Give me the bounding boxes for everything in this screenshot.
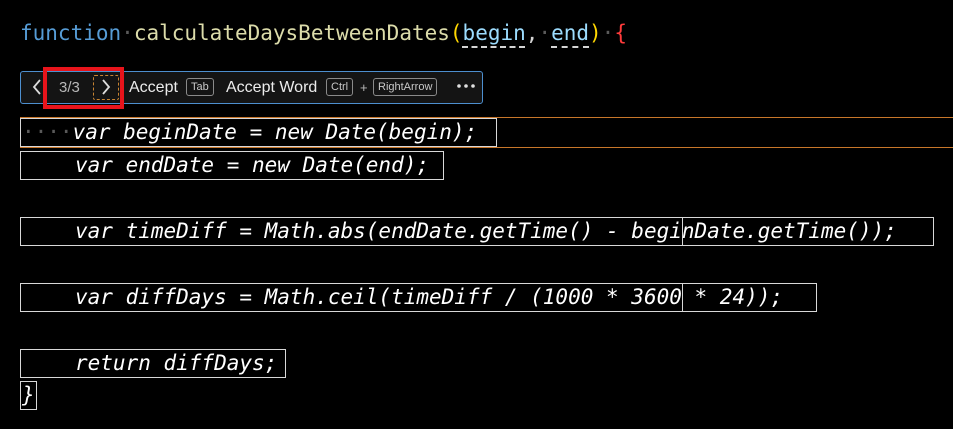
accept-word-key-arrow: RightArrow: [373, 78, 438, 96]
suggestion-text: var beginDate = new Date(begin);: [72, 120, 478, 144]
close-paren: ): [589, 21, 602, 45]
suggestion-text: return diffDays;: [75, 351, 278, 375]
suggestion-line-3: var timeDiff = Math.abs(endDate.getTime(…: [75, 217, 897, 245]
function-signature: function·calculateDaysBetweenDates(begin…: [20, 19, 627, 47]
param-begin: begin: [462, 21, 526, 45]
suggestion-text: var endDate = new Date(end);: [75, 153, 430, 177]
suggestion-line-6: }: [22, 381, 35, 409]
suggestion-text: var timeDiff = Math.abs(endDate.getTime(…: [75, 219, 897, 243]
suggestion-line-5: return diffDays;: [75, 349, 277, 377]
accept-button[interactable]: Accept: [129, 79, 178, 97]
suggestion-line-1: ····var beginDate = new Date(begin);: [22, 118, 477, 146]
param-end: end: [551, 21, 590, 45]
whitespace-marker: ·: [538, 21, 552, 45]
suggestion-text: var diffDays = Math.ceil(timeDiff / (100…: [75, 285, 784, 309]
whitespace-marker: ·: [121, 21, 134, 45]
chevron-left-icon: [32, 79, 41, 95]
indent-marker: ····: [22, 120, 73, 144]
more-actions-button[interactable]: [455, 76, 477, 101]
open-brace: {: [614, 21, 627, 45]
accept-word-key-ctrl: Ctrl: [326, 78, 354, 96]
suggestion-text: }: [22, 383, 35, 407]
highlight-annotation: [43, 67, 124, 109]
accept-word-button[interactable]: Accept Word: [226, 79, 317, 97]
function-name: calculateDaysBetweenDates: [133, 21, 450, 45]
suggestion-line-2: var endDate = new Date(end);: [75, 151, 429, 179]
ellipsis-icon: [457, 84, 475, 88]
open-paren: (: [449, 21, 463, 45]
accept-keybinding: Tab: [186, 78, 214, 96]
suggestion-line-4: var diffDays = Math.ceil(timeDiff / (100…: [75, 283, 783, 311]
comma: ,: [525, 21, 539, 45]
function-keyword: function: [20, 21, 122, 45]
key-plus: +: [360, 80, 368, 95]
whitespace-marker: ·: [601, 21, 615, 45]
